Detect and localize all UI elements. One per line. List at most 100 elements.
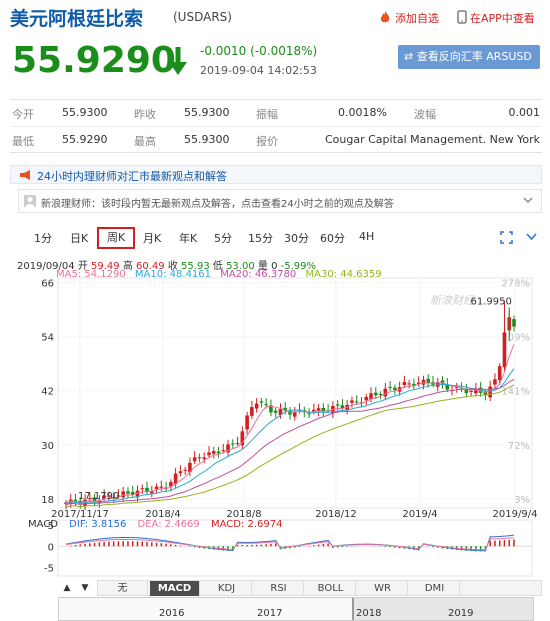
max-price-label: 61.9950 bbox=[470, 297, 511, 308]
x-tick-label: 2019/4 bbox=[402, 509, 437, 520]
view-in-app-button[interactable]: 在APP中查看 bbox=[457, 10, 535, 26]
stats-table: 今开 55.9300 昨收 55.9300 振幅 0.0018% 波幅 0.00… bbox=[10, 99, 542, 153]
reverse-rate-button[interactable]: ⇄ 查看反向汇率 ARSUSD bbox=[398, 45, 540, 69]
candle-body bbox=[231, 443, 235, 445]
tab-yearly[interactable]: 年K bbox=[179, 230, 197, 246]
candle-body bbox=[469, 391, 473, 393]
megaphone-icon bbox=[20, 170, 30, 180]
fire-icon bbox=[380, 11, 390, 23]
candle-body bbox=[493, 379, 497, 385]
stat-value: 55.9300 bbox=[62, 106, 108, 119]
tab-daily[interactable]: 日K bbox=[70, 230, 88, 246]
tab-15min[interactable]: 15分 bbox=[248, 230, 273, 246]
macd-legend: MACD DIF: 3.8156 DEA: 2.4669 MACD: 2.697… bbox=[28, 519, 290, 530]
view-in-app-label: 在APP中查看 bbox=[470, 12, 535, 25]
tab-weekly[interactable]: 周K bbox=[97, 227, 136, 249]
candle-body bbox=[497, 366, 502, 381]
indicator-tabs: 无 MACD KDJ RSI BOLL WR DMI bbox=[97, 580, 542, 596]
macd-value-label: MACD: 2.6974 bbox=[210, 519, 283, 530]
pct-tick-label: 278% bbox=[501, 279, 530, 290]
range-year: 2018 bbox=[356, 608, 382, 619]
add-favorite-button[interactable]: 添加自选 bbox=[378, 10, 439, 26]
macd-y-tick: -5 bbox=[44, 564, 54, 575]
chevron-down-icon[interactable] bbox=[526, 231, 537, 242]
watermark: 新浪财经 bbox=[430, 294, 475, 307]
candle-body bbox=[140, 488, 145, 490]
candle-body bbox=[307, 413, 311, 415]
stat-value: 55.9300 bbox=[184, 106, 230, 119]
y-tick-label: 54 bbox=[41, 333, 54, 344]
advisor-notice[interactable]: 新浪理财师：该时段内暂无最新观点及解答，点击查看24小时之前的观点及解答 bbox=[18, 189, 542, 213]
current-price: 55.9290 bbox=[12, 40, 176, 81]
dif-label: DIF: 3.8156 bbox=[69, 519, 127, 530]
scroll-left-button[interactable]: ▲ bbox=[58, 580, 76, 596]
candle-body bbox=[202, 457, 207, 460]
chevron-down-icon[interactable] bbox=[523, 195, 533, 205]
stat-label: 振幅 bbox=[256, 108, 278, 121]
candle-body bbox=[178, 471, 183, 474]
tab-4h[interactable]: 4H bbox=[359, 230, 374, 243]
down-arrow-icon bbox=[169, 47, 187, 75]
tab-5min[interactable]: 5分 bbox=[214, 230, 232, 246]
candle-body bbox=[126, 491, 130, 494]
stat-label: 最高 bbox=[134, 135, 156, 148]
indicator-rsi[interactable]: RSI bbox=[254, 581, 304, 596]
stats-row: 最低 55.9290 最高 55.9300 报价 Cougar Capital … bbox=[10, 126, 542, 152]
tab-60min[interactable]: 60分 bbox=[320, 230, 345, 246]
candle-body bbox=[373, 392, 378, 396]
candle-body bbox=[273, 410, 278, 413]
symbol-code: (USDARS) bbox=[173, 10, 232, 24]
stat-value: 0.0018% bbox=[338, 106, 387, 119]
fullscreen-icon[interactable] bbox=[500, 231, 513, 244]
candle-body bbox=[388, 386, 392, 388]
candle-body bbox=[407, 383, 411, 385]
stat-label: 报价 bbox=[256, 135, 278, 148]
x-tick-label: 2019/9/4 bbox=[493, 509, 538, 520]
stat-value: Cougar Capital Management. New York bbox=[324, 133, 540, 146]
candle-body bbox=[354, 401, 359, 403]
tab-1min[interactable]: 1分 bbox=[34, 230, 52, 246]
candle-body bbox=[121, 491, 125, 498]
candle-body bbox=[264, 404, 268, 406]
stat-value: 55.9290 bbox=[62, 133, 108, 146]
add-favorite-label: 添加自选 bbox=[395, 12, 439, 25]
stat-value: 55.9300 bbox=[184, 133, 230, 146]
candle-body bbox=[378, 393, 383, 395]
advisor-promo-label: 24小时内理财师对汇市最新观点和解答 bbox=[37, 170, 227, 183]
candle-body bbox=[512, 319, 516, 327]
stat-label: 今开 bbox=[12, 108, 34, 121]
candlestick-chart[interactable]: 66 278%54 209%42 141%30 72%18 3%2017/11/17 201… bbox=[0, 276, 550, 578]
indicator-boll[interactable]: BOLL bbox=[306, 581, 356, 596]
candle-body bbox=[292, 412, 297, 417]
candle-body bbox=[245, 415, 249, 430]
indicator-dmi[interactable]: DMI bbox=[410, 581, 460, 596]
dea-label: DEA: 2.4669 bbox=[137, 519, 200, 530]
advisor-notice-text: 新浪理财师：该时段内暂无最新观点及解答，点击查看24小时之前的观点及解答 bbox=[41, 199, 394, 210]
pct-tick-label: 3% bbox=[514, 495, 530, 506]
avatar-icon bbox=[24, 195, 36, 207]
indicator-none[interactable]: 无 bbox=[98, 581, 148, 596]
tab-monthly[interactable]: 月K bbox=[143, 230, 161, 246]
y-tick-label: 18 bbox=[41, 495, 54, 506]
candle-body bbox=[254, 403, 259, 409]
stats-row: 今开 55.9300 昨收 55.9300 振幅 0.0018% 波幅 0.00… bbox=[10, 100, 542, 126]
candle-body bbox=[488, 386, 492, 398]
indicator-kdj[interactable]: KDJ bbox=[202, 581, 252, 596]
ma-line bbox=[65, 344, 515, 504]
stat-label: 波幅 bbox=[414, 108, 436, 121]
tab-30min[interactable]: 30分 bbox=[284, 230, 309, 246]
advisor-promo-bar[interactable]: 24小时内理财师对汇市最新观点和解答 bbox=[10, 165, 542, 184]
indicator-macd[interactable]: MACD bbox=[150, 581, 200, 596]
price-change: -0.0010 (-0.0018%) bbox=[200, 44, 318, 58]
candle-body bbox=[159, 486, 164, 488]
candle-body bbox=[350, 400, 354, 403]
scroll-down-button[interactable]: ▼ bbox=[76, 580, 94, 596]
min-price-label: 17.1790 bbox=[78, 491, 119, 502]
indicator-wr[interactable]: WR bbox=[358, 581, 408, 596]
stat-label: 昨收 bbox=[134, 108, 156, 121]
candle-body bbox=[207, 452, 211, 456]
candle-body bbox=[154, 486, 159, 490]
candle-body bbox=[393, 387, 397, 391]
range-navigator[interactable]: 2016 2017 2018 2019 bbox=[58, 597, 534, 621]
quote-timestamp: 2019-09-04 14:02:53 bbox=[200, 64, 317, 77]
